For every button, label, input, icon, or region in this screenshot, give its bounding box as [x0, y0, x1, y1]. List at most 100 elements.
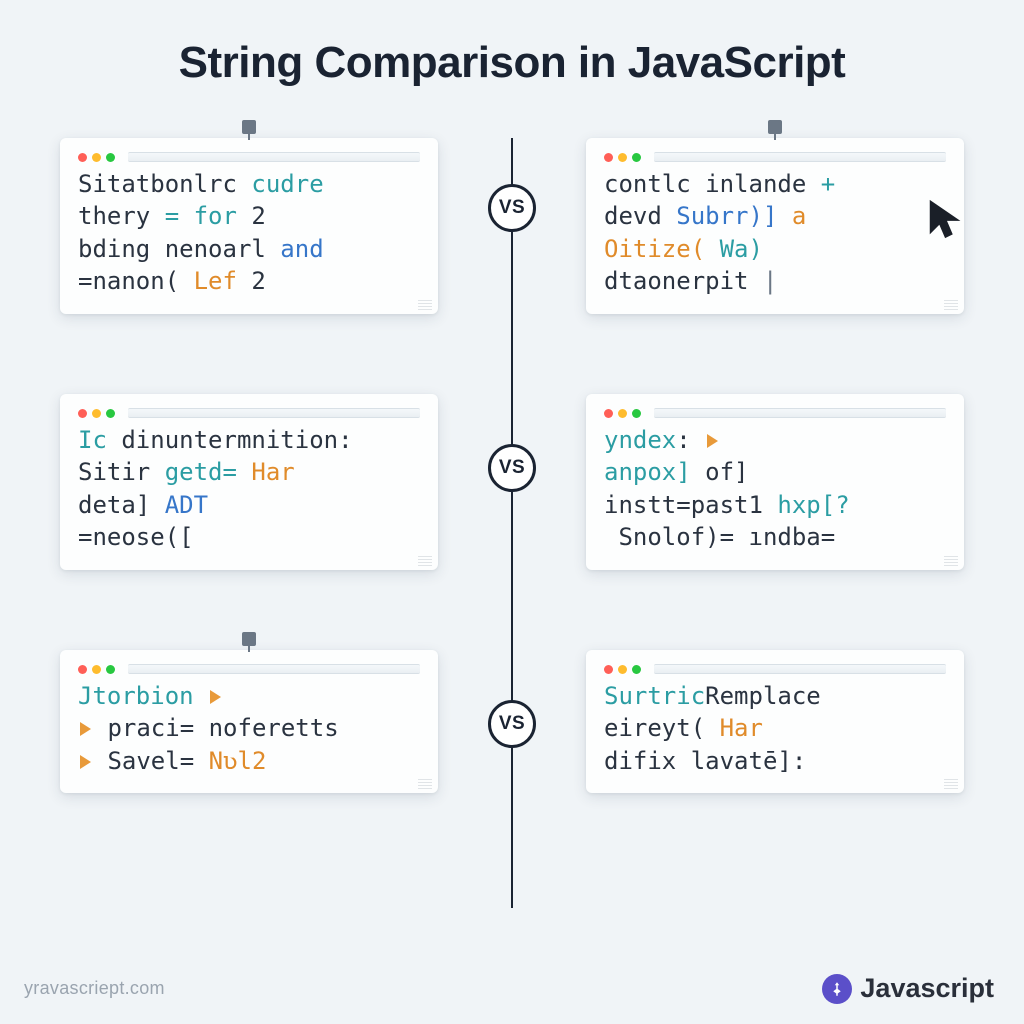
- card-clip-icon: [242, 632, 256, 646]
- code-token: getd=: [165, 458, 252, 486]
- footer-brand-text: Javascript: [860, 973, 994, 1004]
- code-token: =nanon(: [78, 267, 194, 295]
- code-token: Subrr)]: [676, 202, 777, 230]
- tab-bar: [654, 152, 946, 162]
- code-card: contlc inlande + devd Subrr)] a Oitize( …: [586, 138, 964, 314]
- code-token: +: [821, 170, 835, 198]
- footer-url: yravascriept.com: [24, 978, 165, 999]
- code-token: ADT: [165, 491, 208, 519]
- resize-grip-icon: [418, 779, 432, 789]
- code-block: SurtricRemplace eireyt( Har difix lavatē…: [604, 680, 946, 777]
- window-controls: [604, 152, 946, 162]
- comparison-grid: VS Sitatbonlrc cudre thery = for 2 bding…: [0, 138, 1024, 908]
- window-controls: [78, 408, 420, 418]
- code-token: Snolof): [604, 523, 720, 551]
- close-dot-icon: [78, 409, 87, 418]
- code-token: Nʋl2: [209, 747, 267, 775]
- code-token: eireyt(: [604, 714, 720, 742]
- code-card: SurtricRemplace eireyt( Har difix lavatē…: [586, 650, 964, 793]
- resize-grip-icon: [944, 556, 958, 566]
- close-dot-icon: [604, 665, 613, 674]
- zoom-dot-icon: [106, 665, 115, 674]
- code-token: devd: [604, 202, 676, 230]
- tab-bar: [654, 408, 946, 418]
- cursor-icon: [924, 196, 970, 242]
- minimize-dot-icon: [618, 665, 627, 674]
- resize-grip-icon: [418, 300, 432, 310]
- tab-bar: [128, 408, 420, 418]
- code-token: Surtric: [604, 682, 705, 710]
- code-token: Har: [251, 458, 294, 486]
- footer-brand: Javascript: [822, 973, 994, 1004]
- javascript-logo-icon: [822, 974, 852, 1004]
- window-controls: [78, 152, 420, 162]
- code-token: Sitatbonlrc: [78, 170, 237, 198]
- code-token: and: [280, 235, 323, 263]
- code-token: difix: [604, 747, 691, 775]
- code-card: Sitatbonlrc cudre thery = for 2 bding ne…: [60, 138, 438, 314]
- code-token: :: [676, 426, 690, 454]
- close-dot-icon: [604, 153, 613, 162]
- close-dot-icon: [78, 665, 87, 674]
- close-dot-icon: [78, 153, 87, 162]
- code-token: dtaonerpit: [604, 267, 763, 295]
- code-token: deta]: [78, 491, 165, 519]
- tab-bar: [128, 664, 420, 674]
- resize-grip-icon: [418, 556, 432, 566]
- code-token: Wa): [720, 235, 763, 263]
- code-token: a: [777, 202, 806, 230]
- code-token: 2: [237, 267, 266, 295]
- play-icon: [80, 722, 91, 736]
- close-dot-icon: [604, 409, 613, 418]
- resize-grip-icon: [944, 779, 958, 789]
- code-token: =neose([: [78, 523, 194, 551]
- code-block: Sitatbonlrc cudre thery = for 2 bding ne…: [78, 168, 420, 298]
- zoom-dot-icon: [106, 153, 115, 162]
- page-title: String Comparison in JavaScript: [0, 0, 1024, 88]
- code-token: Oitize(: [604, 235, 720, 263]
- code-token: anpox]: [604, 458, 705, 486]
- play-icon: [80, 755, 91, 769]
- code-token: praci=: [93, 714, 209, 742]
- window-controls: [604, 664, 946, 674]
- code-token: dinuntermnition:: [107, 426, 353, 454]
- minimize-dot-icon: [92, 665, 101, 674]
- window-controls: [604, 408, 946, 418]
- tab-bar: [654, 664, 946, 674]
- zoom-dot-icon: [106, 409, 115, 418]
- code-token: instt=past1: [604, 491, 777, 519]
- zoom-dot-icon: [632, 153, 641, 162]
- tab-bar: [128, 152, 420, 162]
- code-token: Remplace: [705, 682, 821, 710]
- minimize-dot-icon: [618, 409, 627, 418]
- code-token: cudre: [237, 170, 324, 198]
- minimize-dot-icon: [618, 153, 627, 162]
- zoom-dot-icon: [632, 665, 641, 674]
- card-clip-icon: [242, 120, 256, 134]
- code-token: bding nenoarl: [78, 235, 280, 263]
- code-block: contlc inlande + devd Subrr)] a Oitize( …: [604, 168, 946, 298]
- code-card: Jtorbion praci= noferetts Savel= Nʋl2: [60, 650, 438, 793]
- code-token: contlc inlande: [604, 170, 821, 198]
- minimize-dot-icon: [92, 153, 101, 162]
- code-card: Ic dinuntermnition: Sitir getd= Har deta…: [60, 394, 438, 570]
- code-token: 2: [237, 202, 266, 230]
- code-token: Sitir: [78, 458, 165, 486]
- code-token: = for: [165, 202, 237, 230]
- resize-grip-icon: [944, 300, 958, 310]
- minimize-dot-icon: [92, 409, 101, 418]
- play-icon: [210, 690, 221, 704]
- code-token: hxp[?: [777, 491, 849, 519]
- code-token: Jtorbion: [78, 682, 194, 710]
- code-card: yndex: anpox] of] instt=past1 hxp[? Snol…: [586, 394, 964, 570]
- window-controls: [78, 664, 420, 674]
- zoom-dot-icon: [632, 409, 641, 418]
- code-token: |: [763, 267, 777, 295]
- code-token: = ındba=: [720, 523, 836, 551]
- play-icon: [707, 434, 718, 448]
- code-token: noferetts: [209, 714, 339, 742]
- code-token: Lef: [194, 267, 237, 295]
- card-clip-icon: [768, 120, 782, 134]
- code-token: lavatē]:: [691, 747, 807, 775]
- code-token: of]: [705, 458, 748, 486]
